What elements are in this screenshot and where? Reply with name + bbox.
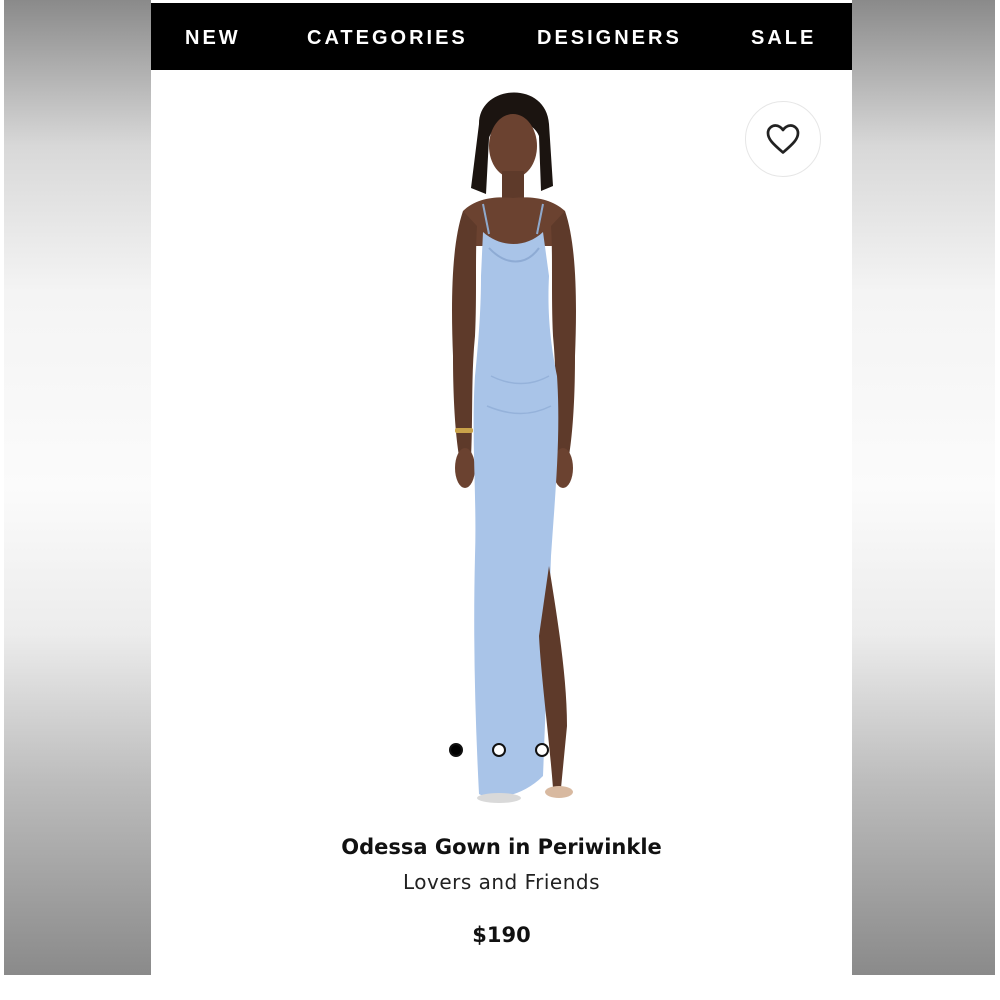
bottom-strip: [0, 975, 1000, 1000]
carousel-dot-3[interactable]: [535, 743, 549, 757]
blurred-backdrop-left: [4, 0, 151, 975]
product-price: $190: [472, 923, 531, 947]
heart-outline-icon: [766, 124, 800, 154]
product-image[interactable]: [371, 76, 641, 816]
carousel-dot-1[interactable]: [449, 743, 463, 757]
favorite-button[interactable]: [745, 101, 821, 177]
product-title[interactable]: Odessa Gown in Periwinkle: [151, 835, 852, 859]
nav-item-new[interactable]: NEW: [185, 27, 241, 50]
product-brand[interactable]: Lovers and Friends: [151, 870, 852, 894]
nav-item-categories[interactable]: CATEGORIES: [307, 27, 468, 50]
nav-item-sale[interactable]: SALE: [751, 27, 816, 50]
carousel-dot-2[interactable]: [492, 743, 506, 757]
top-navigation: NEW CATEGORIES DESIGNERS SALE: [151, 3, 852, 70]
nav-item-designers[interactable]: DESIGNERS: [537, 27, 682, 50]
blurred-backdrop-right: [852, 0, 995, 975]
carousel-indicator: [449, 743, 553, 759]
product-page: NEW CATEGORIES DESIGNERS SALE Odessa Gow…: [151, 0, 852, 975]
